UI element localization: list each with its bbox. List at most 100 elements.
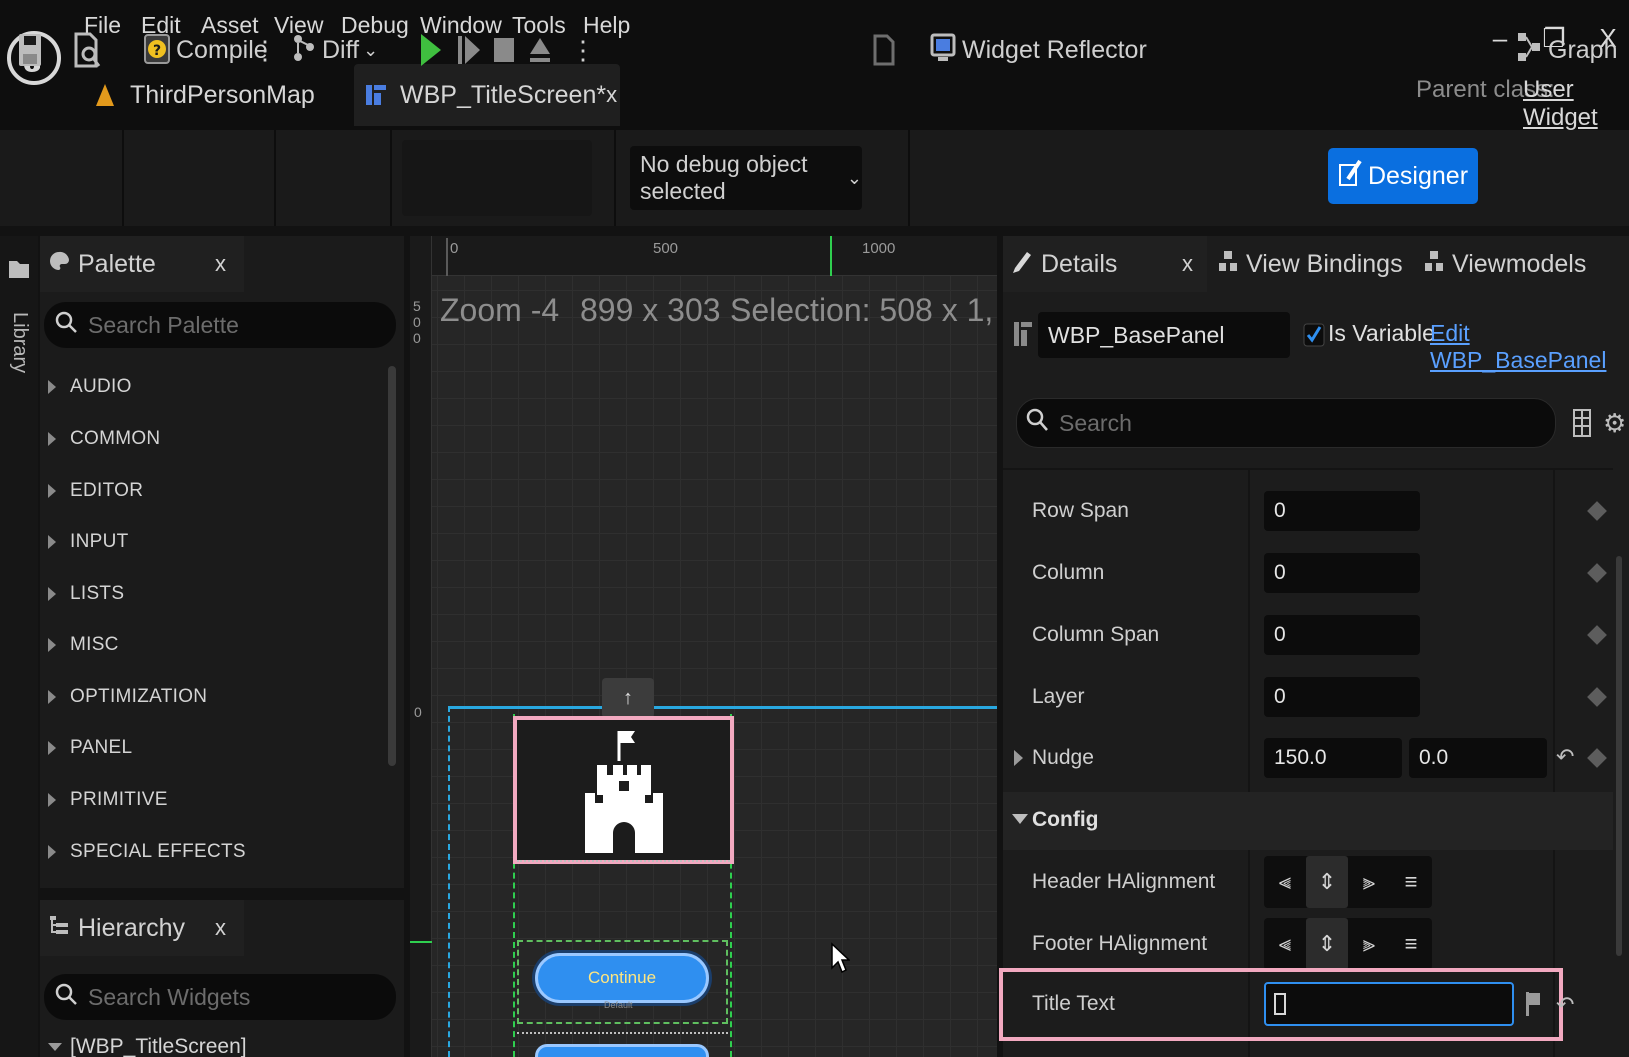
reset-arrow-icon[interactable]: ↶: [1556, 744, 1574, 770]
anchor-up-arrow-icon[interactable]: ↑: [602, 678, 654, 718]
hierarchy-root-item[interactable]: [WBP_TitleScreen]: [44, 1034, 247, 1057]
align-center-icon[interactable]: ⇕: [1306, 856, 1348, 908]
diff-icon: [290, 27, 318, 74]
is-variable-checkbox[interactable]: [1303, 318, 1325, 352]
step-icon[interactable]: [456, 26, 482, 74]
hierarchy-tab[interactable]: Hierarchy x: [40, 900, 244, 956]
palette-tab[interactable]: Palette x: [40, 236, 244, 292]
library-folder-icon[interactable]: [8, 256, 30, 285]
category-label: COMMON: [70, 428, 161, 449]
title-text-input[interactable]: [1264, 982, 1514, 1026]
details-pencil-icon: [1011, 248, 1033, 281]
continue-button[interactable]: Continue: [535, 953, 709, 1003]
column-span-input[interactable]: 0: [1264, 615, 1420, 655]
nudge-x-input[interactable]: 150.0: [1264, 738, 1402, 778]
browse-icon[interactable]: [72, 26, 106, 74]
palette-category-optimization[interactable]: OPTIMIZATION: [44, 674, 207, 720]
nudge-label: Nudge: [1032, 746, 1094, 769]
stop-icon[interactable]: [492, 26, 516, 74]
widget-reflector-button[interactable]: Widget Reflector: [930, 26, 1147, 74]
palette-category-lists[interactable]: LISTS: [44, 571, 124, 617]
keyframe-diamond-icon[interactable]: [1587, 687, 1607, 707]
keyframe-diamond-icon[interactable]: [1587, 625, 1607, 645]
align-left-icon[interactable]: ⫷: [1264, 856, 1306, 908]
ruler-tick: [446, 238, 448, 276]
layer-input[interactable]: 0: [1264, 677, 1420, 717]
toolbar-divider: [614, 130, 616, 226]
expand-arrow-icon[interactable]: [1014, 750, 1023, 766]
palette-scrollbar[interactable]: [388, 366, 396, 766]
compile-button[interactable]: ? Compile: [142, 26, 268, 74]
localization-flag-icon[interactable]: [1524, 990, 1542, 1023]
palette-category-common[interactable]: COMMON: [44, 416, 160, 462]
palette-category-editor[interactable]: EDITOR: [44, 468, 143, 514]
align-center-icon[interactable]: ⇕: [1306, 918, 1348, 970]
keyframe-diamond-icon[interactable]: [1587, 563, 1607, 583]
align-right-icon[interactable]: ⫸: [1348, 918, 1390, 970]
align-fill-icon[interactable]: ≡: [1390, 856, 1432, 908]
header-image-widget[interactable]: [513, 716, 734, 864]
palette-search-input[interactable]: Search Palette: [44, 302, 396, 348]
details-close-button[interactable]: x: [1182, 251, 1193, 277]
align-left-icon[interactable]: ⫷: [1264, 918, 1306, 970]
continue-button-sublabel: Default: [604, 1000, 633, 1010]
mouse-cursor-icon: [830, 942, 851, 979]
palette-category-audio[interactable]: AUDIO: [44, 364, 132, 410]
expand-arrow-icon: [48, 432, 56, 446]
parent-class-link[interactable]: User Widget: [1523, 76, 1629, 132]
play-icon[interactable]: [418, 26, 444, 74]
search-icon: [54, 310, 78, 340]
viewmodels-icon: [1424, 249, 1444, 280]
keyframe-diamond-icon[interactable]: [1587, 501, 1607, 521]
details-scrollbar[interactable]: [1616, 556, 1622, 956]
collapse-arrow-icon: [48, 1043, 62, 1051]
row-span-input[interactable]: 0: [1264, 491, 1420, 531]
view-bindings-tab[interactable]: View Bindings: [1212, 236, 1412, 292]
minimize-button[interactable]: –: [1480, 18, 1520, 58]
widget-name-input[interactable]: WBP_BasePanel: [1038, 312, 1290, 358]
palette-category-input[interactable]: INPUT: [44, 519, 129, 565]
palette-category-primitive[interactable]: PRIMITIVE: [44, 777, 168, 823]
library-tab[interactable]: Library: [8, 312, 31, 373]
column-input[interactable]: 0: [1264, 553, 1420, 593]
title-text-label: Title Text: [1032, 992, 1115, 1015]
property-matrix-icon[interactable]: [1572, 406, 1592, 445]
tab-close-button[interactable]: x: [606, 82, 617, 108]
keyframe-diamond-icon[interactable]: [1587, 748, 1607, 768]
eject-icon[interactable]: [528, 26, 552, 74]
debug-object-label: No debug object selected: [640, 151, 808, 204]
text-cursor: [1274, 993, 1286, 1015]
footer-halignment-label: Footer HAlignment: [1032, 932, 1208, 955]
play-options-icon[interactable]: ⋮: [570, 26, 596, 74]
ruler-left: 5 0 0 0: [410, 236, 432, 1057]
edit-widget-link[interactable]: Edit WBP_BasePanel: [1430, 320, 1629, 374]
align-right-icon[interactable]: ⫸: [1348, 856, 1390, 908]
palette-category-special-effects[interactable]: SPECIAL EFFECTS: [44, 829, 246, 875]
details-search-input[interactable]: Search: [1016, 398, 1556, 448]
hierarchy-close-button[interactable]: x: [215, 915, 226, 941]
column-span-label: Column Span: [1032, 623, 1160, 646]
graph-mode-button[interactable]: Graph: [1516, 26, 1617, 74]
align-fill-icon[interactable]: ≡: [1390, 918, 1432, 970]
search-icon: [54, 982, 78, 1012]
debug-find-icon[interactable]: [872, 26, 896, 74]
diff-button[interactable]: Diff ⌄: [290, 26, 378, 74]
category-label: AUDIO: [70, 376, 132, 397]
save-icon[interactable]: [16, 26, 48, 74]
nudge-y-input[interactable]: 0.0: [1409, 738, 1547, 778]
expand-arrow-icon: [48, 741, 56, 755]
debug-object-select[interactable]: No debug object selected ⌄: [630, 146, 862, 210]
palette-category-panel[interactable]: PANEL: [44, 725, 132, 771]
hierarchy-root-label: [WBP_TitleScreen]: [70, 1035, 247, 1057]
palette-close-button[interactable]: x: [215, 251, 226, 277]
palette-category-misc[interactable]: MISC: [44, 622, 119, 668]
category-label: PANEL: [70, 737, 133, 758]
compile-options-icon[interactable]: ⋮: [252, 26, 278, 74]
reset-arrow-icon[interactable]: ↶: [1556, 992, 1574, 1018]
details-tab[interactable]: Details x: [1003, 236, 1207, 292]
settings-gear-icon[interactable]: ⚙: [1603, 408, 1626, 439]
second-button[interactable]: [535, 1044, 709, 1057]
designer-mode-button[interactable]: Designer: [1328, 148, 1478, 204]
viewmodels-tab[interactable]: Viewmodels: [1418, 236, 1608, 292]
hierarchy-search-input[interactable]: Search Widgets: [44, 974, 396, 1020]
